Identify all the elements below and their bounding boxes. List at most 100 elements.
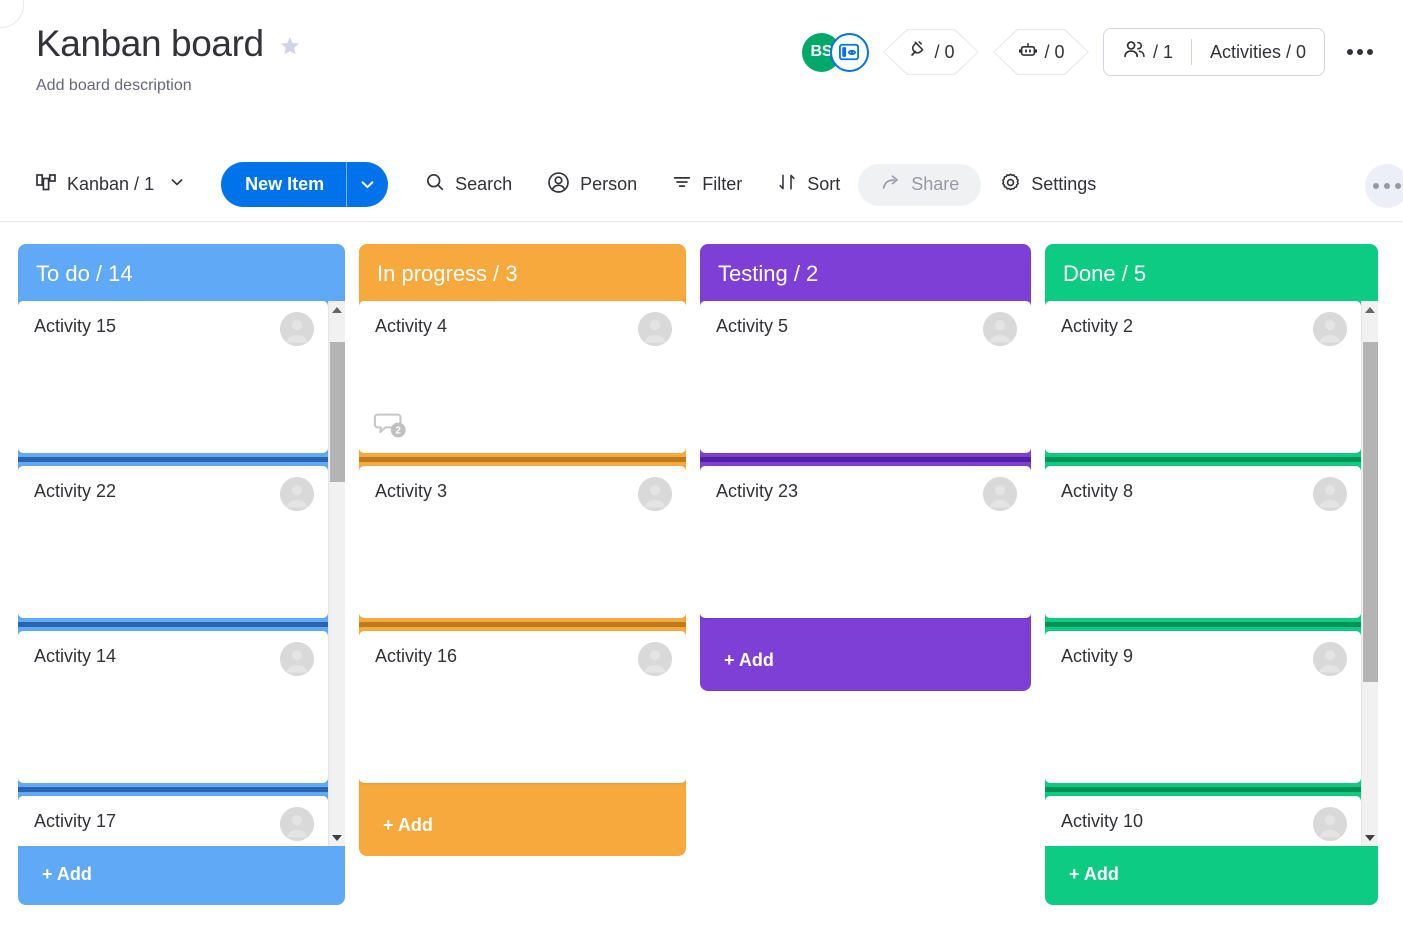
column-cards-viewport: Activity 15 Activity 22 Activity 14 Acti… [18, 301, 345, 846]
filter-button[interactable]: Filter [661, 164, 752, 206]
page-title: Kanban board [36, 23, 264, 64]
sort-icon [776, 171, 798, 198]
integration-plug-icon [907, 39, 929, 66]
card-separator [1045, 618, 1361, 631]
kanban-card-title: Activity 3 [375, 481, 448, 501]
kanban-card[interactable]: Activity 5 [700, 301, 1031, 453]
avatar-placeholder-icon[interactable] [280, 312, 314, 346]
view-selector-label: Kanban / 1 [67, 174, 155, 194]
person-label: Person [580, 174, 638, 194]
person-button[interactable]: Person [536, 164, 647, 206]
add-item-button-in-progress[interactable]: + Add [359, 797, 686, 856]
kanban-columns: To do / 14 Activity 15 Activity 22 Activi… [18, 244, 1403, 908]
kanban-card[interactable]: Activity 16 [359, 631, 686, 783]
kanban-card[interactable]: Activity 17 [18, 796, 328, 846]
header-right-cluster: BS / 0 / 0 / 1 Activities / 0 [801, 28, 1381, 76]
avatar-placeholder-icon[interactable] [280, 642, 314, 676]
kanban-card[interactable]: Activity 15 [18, 301, 328, 453]
new-item-button[interactable]: New Item [221, 162, 389, 207]
scroll-down-arrow-icon[interactable] [1362, 829, 1378, 846]
kanban-card[interactable]: Activity 9 [1045, 631, 1361, 783]
kanban-card-title: Activity 17 [34, 811, 117, 831]
kanban-card[interactable]: Activity 4 2 [359, 301, 686, 453]
kanban-card[interactable]: Activity 8 [1045, 466, 1361, 618]
column-header-in-progress[interactable]: In progress / 3 [359, 244, 686, 301]
add-item-button-testing[interactable]: + Add [700, 632, 1031, 691]
gear-icon [999, 171, 1022, 199]
scrollbar-thumb[interactable] [330, 342, 345, 482]
comment-count-icon[interactable]: 2 [373, 411, 413, 441]
view-selector[interactable]: Kanban / 1 [30, 164, 195, 206]
avatar-placeholder-icon[interactable] [983, 477, 1017, 511]
kanban-column-todo: To do / 14 Activity 15 Activity 22 Activi… [18, 244, 345, 905]
people-counter[interactable]: / 1 [1104, 29, 1191, 75]
card-separator [18, 453, 328, 466]
integrations-badge[interactable]: / 0 [882, 28, 979, 76]
avatar-placeholder-icon[interactable] [1313, 477, 1347, 511]
add-item-button-todo[interactable]: + Add [18, 846, 345, 905]
card-separator-line [1045, 787, 1361, 792]
kanban-column-in-progress: In progress / 3 Activity 4 2 Activity 3 A… [359, 244, 686, 856]
kanban-card[interactable]: Activity 14 [18, 631, 328, 783]
column-cards-viewport: Activity 2 Activity 8 Activity 9 Activit… [1045, 301, 1378, 846]
kanban-card[interactable]: Activity 2 [1045, 301, 1361, 453]
kanban-card[interactable]: Activity 22 [18, 466, 328, 618]
kanban-column-testing: Testing / 2 Activity 5 Activity 23 + Add [700, 244, 1031, 691]
scroll-down-arrow-icon[interactable] [329, 829, 345, 846]
triangle [1365, 306, 1375, 313]
filter-icon [671, 171, 693, 198]
dot [1384, 183, 1390, 189]
kanban-card-title: Activity 23 [716, 481, 799, 501]
automations-badge-content: / 0 [1017, 39, 1064, 66]
new-item-dropdown-caret[interactable] [347, 162, 388, 207]
toolbar-more-options-icon[interactable] [1365, 164, 1403, 208]
scroll-up-arrow-icon[interactable] [1362, 301, 1378, 318]
column-cards-list: Activity 15 Activity 22 Activity 14 Acti… [18, 301, 328, 846]
share-button[interactable]: Share [858, 163, 982, 206]
column-scrollbar[interactable] [328, 301, 345, 846]
dot [1347, 49, 1353, 55]
dot [1373, 183, 1379, 189]
settings-button[interactable]: Settings [989, 164, 1106, 206]
kanban-card[interactable]: Activity 23 [700, 466, 1031, 618]
kanban-board-area: To do / 14 Activity 15 Activity 22 Activi… [0, 222, 1403, 908]
header-more-options-icon[interactable] [1339, 43, 1381, 61]
add-item-button-done[interactable]: + Add [1045, 846, 1378, 905]
dot [1395, 183, 1401, 189]
column-cards-list: Activity 2 Activity 8 Activity 9 Activit… [1045, 301, 1361, 846]
column-header-todo[interactable]: To do / 14 [18, 244, 345, 301]
avatar-placeholder-icon[interactable] [1313, 642, 1347, 676]
activities-counter[interactable]: Activities / 0 [1192, 29, 1324, 75]
avatar-placeholder-icon[interactable] [280, 477, 314, 511]
avatar-placeholder-icon[interactable] [638, 477, 672, 511]
avatar-placeholder-icon[interactable] [1313, 807, 1347, 841]
svg-text:2: 2 [395, 426, 401, 437]
avatar-placeholder-icon[interactable] [638, 642, 672, 676]
column-header-testing[interactable]: Testing / 2 [700, 244, 1031, 301]
scrollbar-thumb[interactable] [1363, 342, 1378, 682]
card-separator-line [700, 457, 1031, 462]
board-viewer-icon[interactable] [829, 32, 869, 72]
avatar-placeholder-icon[interactable] [983, 312, 1017, 346]
avatar-placeholder-icon[interactable] [280, 807, 314, 841]
avatar-placeholder-icon[interactable] [1313, 312, 1347, 346]
column-scrollbar[interactable] [1361, 301, 1378, 846]
sort-button[interactable]: Sort [766, 164, 850, 206]
kanban-card[interactable]: Activity 10 [1045, 796, 1361, 846]
kanban-card[interactable]: Activity 3 [359, 466, 686, 618]
kanban-card-title: Activity 22 [34, 481, 117, 501]
card-separator [1045, 453, 1361, 466]
card-separator-line [18, 457, 328, 462]
star-icon[interactable] [278, 34, 302, 63]
avatar-placeholder-icon[interactable] [638, 312, 672, 346]
scroll-up-arrow-icon[interactable] [329, 301, 345, 318]
kanban-card-title: Activity 10 [1061, 811, 1144, 831]
column-header-done[interactable]: Done / 5 [1045, 244, 1378, 301]
search-button[interactable]: Search [414, 164, 522, 206]
automations-badge[interactable]: / 0 [992, 28, 1089, 76]
person-icon [546, 170, 571, 200]
column-cards-list: Activity 4 2 Activity 3 Activity 16 [359, 301, 686, 797]
kanban-card-title: Activity 16 [375, 646, 458, 666]
board-description[interactable]: Add board description [36, 76, 1379, 96]
kanban-view-icon [34, 170, 58, 199]
